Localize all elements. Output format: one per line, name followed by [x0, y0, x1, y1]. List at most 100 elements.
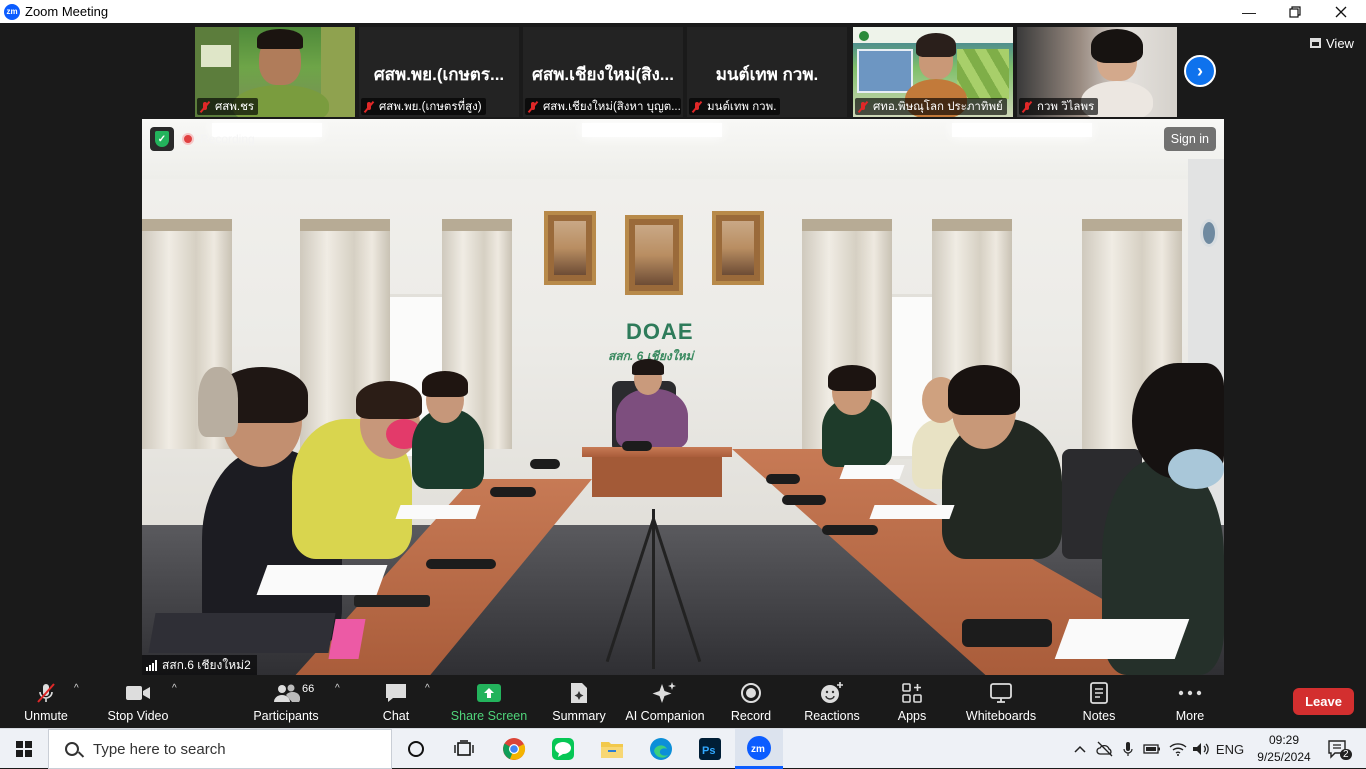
gallery-next-button[interactable]: ›	[1184, 55, 1216, 87]
microphone	[962, 619, 1052, 647]
attendee-hair	[828, 365, 876, 391]
meeting-area: ศสพ.ชร ศสพ.พย.(เกษตร... ศสพ.พย.(เกษตรที่…	[0, 23, 1366, 675]
share-screen-label: Share Screen	[450, 708, 528, 723]
cortana-button[interactable]	[392, 729, 440, 769]
title-bar: zm Zoom Meeting —	[0, 0, 1366, 23]
restore-icon	[1289, 5, 1301, 18]
speaker-name-tag: สสก.6 เชียงใหม่2	[142, 655, 257, 675]
unmute-button[interactable]: Unmute	[18, 675, 74, 728]
participant-name-tag: กวพ วิไลพร	[1019, 98, 1099, 115]
close-button[interactable]	[1318, 0, 1364, 23]
participant-name: กวพ วิไลพร	[1037, 100, 1095, 113]
minimize-button[interactable]: —	[1226, 0, 1272, 23]
svg-text:Ps: Ps	[702, 745, 715, 757]
volume-button[interactable]	[1190, 729, 1212, 769]
apps-button[interactable]: Apps	[893, 675, 931, 728]
whiteboards-button[interactable]: Whiteboards	[962, 675, 1040, 728]
apps-icon	[901, 681, 923, 705]
task-view-button[interactable]	[440, 729, 488, 769]
ceiling-light	[582, 123, 722, 137]
document	[839, 465, 905, 479]
participant-tile[interactable]: ศสพ.เชียงใหม่(สิง... ศสพ.เชียงใหม่(สิงหา…	[523, 27, 683, 117]
stop-video-button[interactable]: Stop Video	[103, 675, 173, 728]
mic-muted-icon	[199, 101, 211, 113]
share-screen-button[interactable]: Share Screen	[451, 675, 527, 728]
battery-icon	[1143, 744, 1160, 754]
poster	[201, 45, 231, 67]
attendee-hair	[422, 371, 468, 397]
wall-clock	[1200, 219, 1218, 247]
ai-companion-button[interactable]: AI Companion	[624, 675, 706, 728]
portrait-frame	[625, 215, 683, 295]
tray-overflow-button[interactable]	[1070, 729, 1090, 769]
participant-tile[interactable]: ศทอ.พิษณุโลก ประภาทิพย์	[853, 27, 1013, 117]
chrome-app-button[interactable]	[490, 729, 538, 769]
taskbar-search-input[interactable]: Type here to search	[48, 729, 392, 769]
record-label: Record	[730, 708, 772, 723]
participant-name-tag: ศสพ.พย.(เกษตรที่สูง)	[361, 98, 486, 115]
chevron-right-icon: ›	[1197, 60, 1203, 81]
participant-tile[interactable]: ศสพ.พย.(เกษตร... ศสพ.พย.(เกษตรที่สูง)	[359, 27, 519, 117]
windows-taskbar: Type here to search Ps zm ENG 09:29 9/25…	[0, 728, 1366, 769]
active-speaker-video[interactable]: DOAE สสก. 6 เชียงใหม่ ✓ Recording Sign i…	[142, 119, 1224, 675]
participant-name: ศทอ.พิษณุโลก ประภาทิพย์	[873, 100, 1003, 113]
network-off-button[interactable]	[1094, 729, 1116, 769]
summary-button[interactable]: Summary	[549, 675, 609, 728]
microphone	[426, 559, 496, 569]
camera-tripod	[652, 509, 655, 669]
recording-indicator[interactable]: Recording	[182, 130, 255, 148]
sign-in-button[interactable]: Sign in	[1163, 127, 1216, 151]
notifications-button[interactable]: 2	[1318, 729, 1358, 769]
building-image	[857, 49, 913, 93]
chat-label: Chat	[382, 708, 410, 723]
windows-logo-icon	[16, 741, 32, 757]
attendee-hair	[356, 381, 422, 419]
video-options-caret-icon[interactable]: ^	[172, 683, 177, 694]
ai-sparkle-icon	[652, 681, 678, 705]
apps-label: Apps	[897, 708, 927, 723]
notes-label: Notes	[1082, 708, 1116, 723]
participant-name: ศสพ.พย.(เกษตรที่สูง)	[379, 100, 482, 113]
photoshop-app-button[interactable]: Ps	[686, 729, 734, 769]
participant-tile[interactable]: ศสพ.ชร	[195, 27, 355, 117]
microphone	[530, 459, 560, 469]
chat-button[interactable]: Chat	[376, 675, 416, 728]
microphone-tray-button[interactable]	[1120, 729, 1136, 769]
reactions-button[interactable]: Reactions	[802, 675, 862, 728]
participant-hair	[1091, 29, 1143, 63]
edge-app-button[interactable]	[637, 729, 685, 769]
search-placeholder: Type here to search	[93, 740, 226, 758]
chat-options-caret-icon[interactable]: ^	[425, 683, 430, 694]
record-icon	[740, 681, 762, 705]
chairperson-hair	[632, 359, 664, 375]
battery-button[interactable]	[1142, 729, 1162, 769]
audio-options-caret-icon[interactable]: ^	[74, 683, 79, 694]
participant-tile[interactable]: มนต์เทพ กวพ. มนต์เทพ กวพ.	[687, 27, 847, 117]
record-button[interactable]: Record	[728, 675, 774, 728]
notes-button[interactable]: Notes	[1078, 675, 1120, 728]
restore-button[interactable]	[1272, 0, 1318, 23]
line-app-button[interactable]	[539, 729, 587, 769]
participants-options-caret-icon[interactable]: ^	[335, 683, 340, 694]
participant-hair	[257, 29, 303, 49]
more-button[interactable]: More	[1170, 675, 1210, 728]
zoom-app-icon: zm	[747, 735, 771, 760]
doae-logo-text: DOAE	[626, 319, 694, 344]
start-button[interactable]	[0, 729, 48, 769]
chevron-up-icon	[1074, 745, 1086, 753]
wifi-button[interactable]	[1168, 729, 1188, 769]
recording-label: Recording	[200, 132, 255, 146]
leave-button[interactable]: Leave	[1293, 688, 1354, 715]
conference-table	[592, 457, 722, 497]
zoom-logo-icon: zm	[4, 3, 20, 20]
chat-bubble-icon	[384, 681, 408, 705]
file-explorer-button[interactable]	[588, 729, 636, 769]
svg-text:zm: zm	[751, 744, 765, 755]
zoom-app-button[interactable]: zm	[735, 729, 783, 769]
participant-tile[interactable]: กวพ วิไลพร	[1017, 27, 1177, 117]
participant-name-tag: มนต์เทพ กวพ.	[689, 98, 781, 115]
view-button[interactable]: View	[1302, 33, 1362, 53]
language-indicator[interactable]: ENG	[1214, 729, 1246, 769]
taskbar-clock[interactable]: 09:29 9/25/2024	[1250, 732, 1318, 766]
encryption-shield-button[interactable]: ✓	[150, 127, 174, 151]
